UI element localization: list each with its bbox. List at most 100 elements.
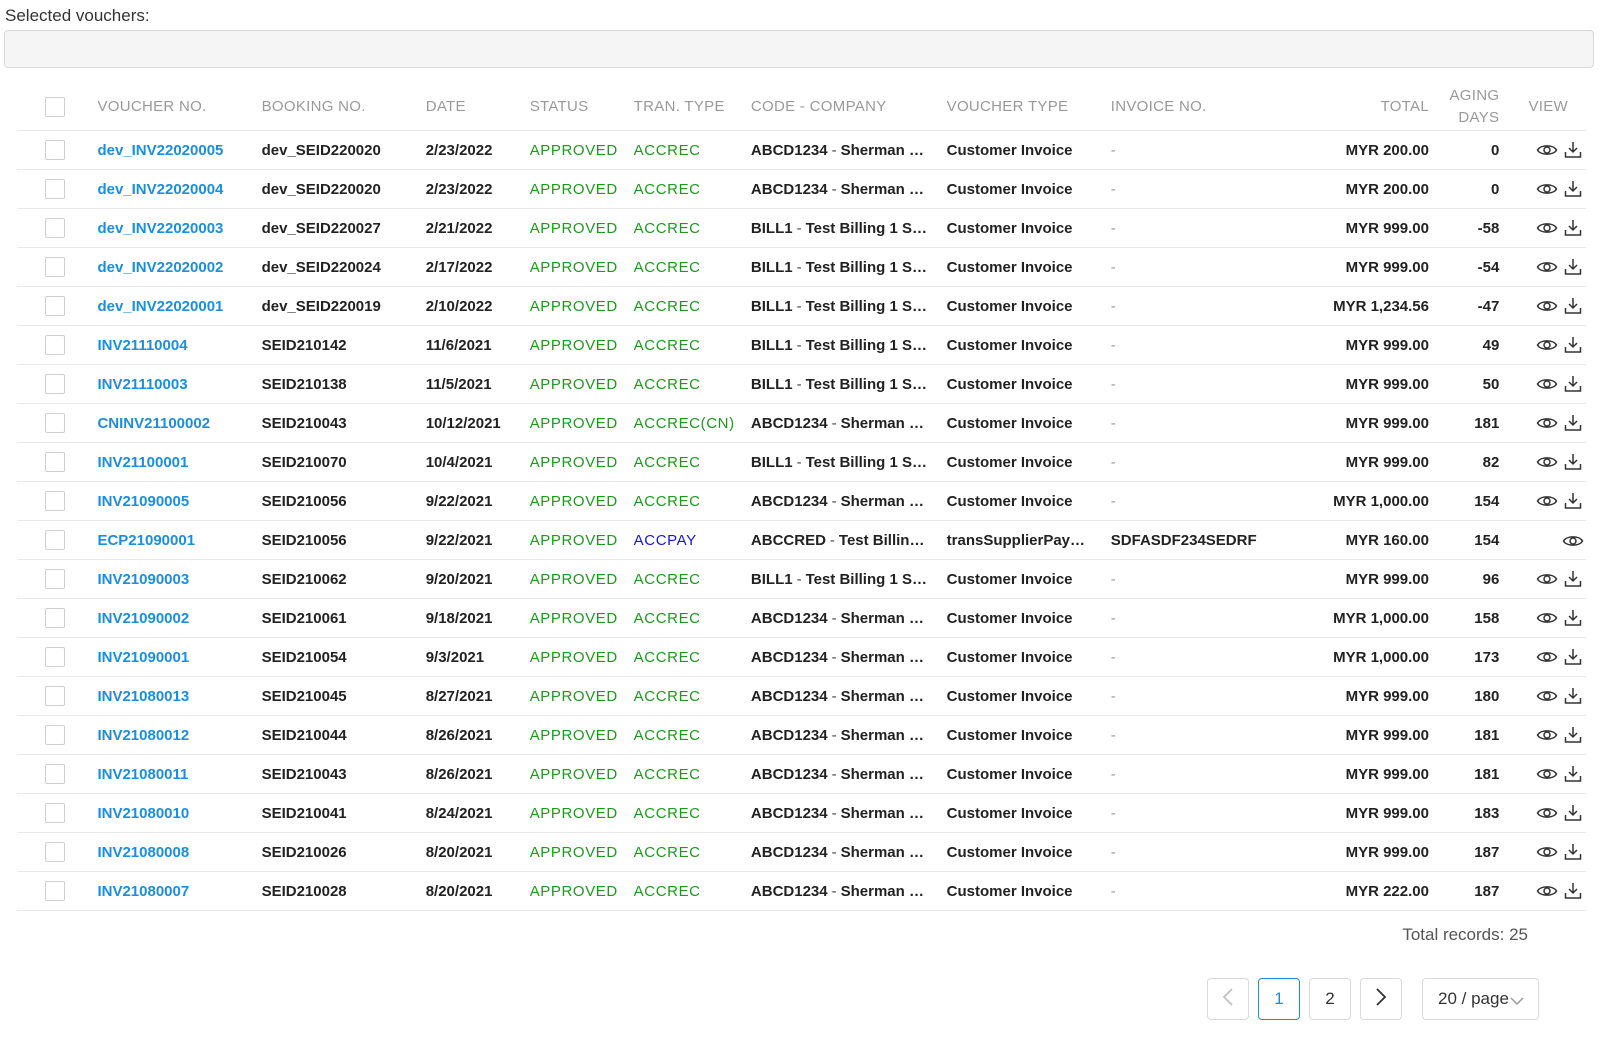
- table-row[interactable]: dev_INV22020002 dev_SEID220024 2/17/2022 AP…: [17, 247, 1586, 287]
- voucher-no-link[interactable]: dev_INV22020003: [97, 220, 223, 237]
- download-icon[interactable]: [1564, 414, 1582, 432]
- voucher-no-link[interactable]: CNINV21100002: [97, 415, 210, 432]
- eye-icon[interactable]: [1536, 766, 1558, 782]
- table-row[interactable]: INV21110004 SEID210142 11/6/2021 APPROVED AC…: [17, 325, 1586, 365]
- download-icon[interactable]: [1564, 258, 1582, 276]
- voucher-no-link[interactable]: INV21080008: [97, 844, 189, 861]
- voucher-no-link[interactable]: INV21080010: [97, 805, 189, 822]
- row-checkbox[interactable]: [45, 491, 66, 511]
- voucher-no-link[interactable]: dev_INV22020004: [97, 181, 223, 198]
- row-checkbox[interactable]: [45, 452, 66, 472]
- row-checkbox[interactable]: [45, 803, 66, 823]
- row-checkbox[interactable]: [45, 335, 66, 355]
- download-icon[interactable]: [1564, 843, 1582, 861]
- row-checkbox[interactable]: [45, 140, 66, 160]
- table-row[interactable]: INV21080007 SEID210028 8/20/2021 APPROVED AC…: [17, 871, 1586, 911]
- table-row[interactable]: INV21090005 SEID210056 9/22/2021 APPROVED AC…: [17, 481, 1586, 521]
- header-booking-no[interactable]: BOOKING NO.: [257, 84, 422, 131]
- table-row[interactable]: dev_INV22020003 dev_SEID220027 2/21/2022 AP…: [17, 208, 1586, 248]
- download-icon[interactable]: [1564, 648, 1582, 666]
- download-icon[interactable]: [1564, 336, 1582, 354]
- table-row[interactable]: INV21080010 SEID210041 8/24/2021 APPROVED AC…: [17, 793, 1586, 833]
- eye-icon[interactable]: [1536, 259, 1558, 275]
- voucher-no-link[interactable]: INV21080011: [97, 766, 188, 783]
- voucher-no-link[interactable]: INV21110004: [97, 337, 187, 354]
- header-aging-days[interactable]: AGING DAYS: [1432, 84, 1504, 131]
- download-icon[interactable]: [1564, 570, 1582, 588]
- table-row[interactable]: INV21110003 SEID210138 11/5/2021 APPROVED AC…: [17, 364, 1586, 404]
- page-size-select[interactable]: 20 / page: [1422, 978, 1539, 1020]
- eye-icon[interactable]: [1536, 454, 1558, 470]
- download-icon[interactable]: [1564, 141, 1582, 159]
- eye-icon[interactable]: [1536, 571, 1558, 587]
- row-checkbox[interactable]: [45, 569, 66, 589]
- download-icon[interactable]: [1564, 297, 1582, 315]
- page-2-button[interactable]: 2: [1309, 978, 1351, 1020]
- row-checkbox[interactable]: [45, 179, 66, 199]
- table-row[interactable]: dev_INV22020004 dev_SEID220020 2/23/2022 AP…: [17, 169, 1586, 209]
- table-row[interactable]: INV21080012 SEID210044 8/26/2021 APPROVED AC…: [17, 715, 1586, 755]
- download-icon[interactable]: [1564, 180, 1582, 198]
- header-voucher-type[interactable]: VOUCHER TYPE: [942, 84, 1107, 131]
- eye-icon[interactable]: [1536, 181, 1558, 197]
- eye-icon[interactable]: [1536, 727, 1558, 743]
- eye-icon[interactable]: [1536, 493, 1558, 509]
- row-checkbox[interactable]: [45, 881, 66, 901]
- table-row[interactable]: CNINV21100002 SEID210043 10/12/2021 APPROVE…: [17, 403, 1586, 443]
- next-page-button[interactable]: [1360, 978, 1402, 1020]
- voucher-no-link[interactable]: INV21090001: [97, 649, 189, 666]
- download-icon[interactable]: [1564, 375, 1582, 393]
- header-code-company[interactable]: CODE - COMPANY: [746, 84, 943, 131]
- header-voucher-no[interactable]: VOUCHER NO.: [93, 84, 258, 131]
- table-row[interactable]: INV21080008 SEID210026 8/20/2021 APPROVED AC…: [17, 832, 1586, 872]
- selected-vouchers-input[interactable]: [4, 30, 1594, 68]
- table-row[interactable]: dev_INV22020005 dev_SEID220020 2/23/2022 AP…: [17, 130, 1586, 170]
- eye-icon[interactable]: [1536, 415, 1558, 431]
- row-checkbox[interactable]: [45, 530, 66, 550]
- prev-page-button[interactable]: [1207, 978, 1249, 1020]
- eye-icon[interactable]: [1562, 533, 1584, 549]
- eye-icon[interactable]: [1536, 649, 1558, 665]
- voucher-no-link[interactable]: INV21080012: [97, 727, 189, 744]
- download-icon[interactable]: [1564, 492, 1582, 510]
- eye-icon[interactable]: [1536, 688, 1558, 704]
- voucher-no-link[interactable]: ECP21090001: [97, 532, 195, 549]
- table-row[interactable]: INV21080011 SEID210043 8/26/2021 APPROVED AC…: [17, 754, 1586, 794]
- eye-icon[interactable]: [1536, 142, 1558, 158]
- table-row[interactable]: INV21090003 SEID210062 9/20/2021 APPROVED AC…: [17, 559, 1586, 599]
- page-1-button[interactable]: 1: [1258, 978, 1300, 1020]
- voucher-no-link[interactable]: dev_INV22020005: [97, 142, 223, 159]
- download-icon[interactable]: [1564, 804, 1582, 822]
- select-all-checkbox[interactable]: [45, 97, 66, 118]
- header-total[interactable]: TOTAL: [1270, 84, 1433, 131]
- voucher-no-link[interactable]: dev_INV22020002: [97, 259, 223, 276]
- voucher-no-link[interactable]: dev_INV22020001: [97, 298, 223, 315]
- header-tran-type[interactable]: TRAN. TYPE: [629, 84, 747, 131]
- download-icon[interactable]: [1564, 765, 1582, 783]
- table-row[interactable]: INV21090002 SEID210061 9/18/2021 APPROVED AC…: [17, 598, 1586, 638]
- header-invoice-no[interactable]: INVOICE NO.: [1106, 84, 1271, 131]
- table-row[interactable]: INV21080013 SEID210045 8/27/2021 APPROVED AC…: [17, 676, 1586, 716]
- voucher-no-link[interactable]: INV21080007: [97, 883, 189, 900]
- table-row[interactable]: dev_INV22020001 dev_SEID220019 2/10/2022 AP…: [17, 286, 1586, 326]
- eye-icon[interactable]: [1536, 298, 1558, 314]
- row-checkbox[interactable]: [45, 218, 66, 238]
- download-icon[interactable]: [1564, 453, 1582, 471]
- row-checkbox[interactable]: [45, 374, 66, 394]
- download-icon[interactable]: [1564, 219, 1582, 237]
- row-checkbox[interactable]: [45, 413, 66, 433]
- row-checkbox[interactable]: [45, 686, 66, 706]
- header-date[interactable]: DATE: [421, 84, 526, 131]
- row-checkbox[interactable]: [45, 764, 66, 784]
- header-status[interactable]: STATUS: [525, 84, 630, 131]
- download-icon[interactable]: [1564, 726, 1582, 744]
- voucher-no-link[interactable]: INV21110003: [97, 376, 187, 393]
- eye-icon[interactable]: [1536, 376, 1558, 392]
- table-row[interactable]: ECP21090001 SEID210056 9/22/2021 APPROVED AC…: [17, 520, 1586, 560]
- row-checkbox[interactable]: [45, 725, 66, 745]
- voucher-no-link[interactable]: INV21090003: [97, 571, 189, 588]
- table-row[interactable]: INV21100001 SEID210070 10/4/2021 APPROVED AC…: [17, 442, 1586, 482]
- row-checkbox[interactable]: [45, 647, 66, 667]
- row-checkbox[interactable]: [45, 842, 66, 862]
- voucher-no-link[interactable]: INV21100001: [97, 454, 188, 471]
